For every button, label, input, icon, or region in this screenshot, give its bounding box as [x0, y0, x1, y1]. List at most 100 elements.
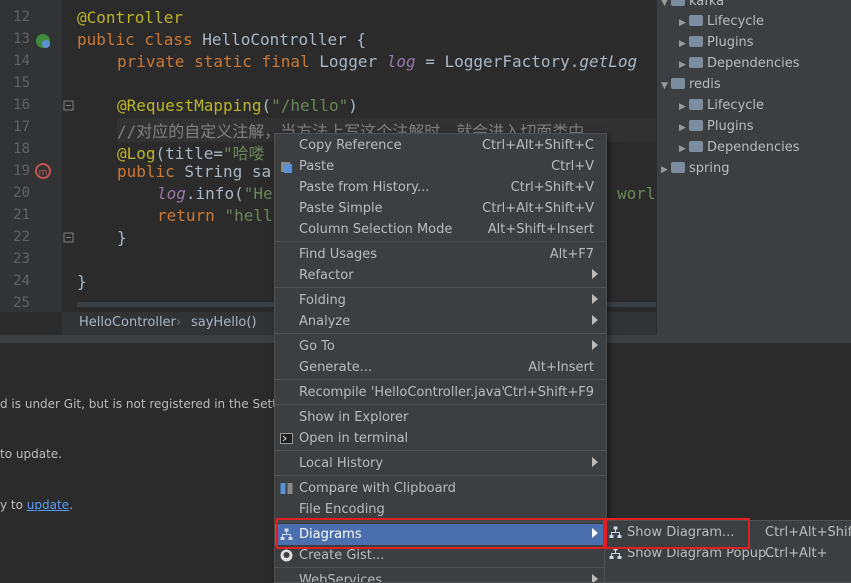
github-icon: [280, 549, 293, 562]
code-text: (: [261, 96, 272, 115]
tree-item-spring[interactable]: ▶ spring: [661, 161, 729, 181]
line-number: 21: [13, 207, 30, 223]
menu-item-recompile[interactable]: Recompile 'HelloController.java' Ctrl+Shi…: [275, 382, 606, 403]
svg-text:m: m: [39, 168, 48, 178]
menu-item-go-to[interactable]: Go To: [275, 336, 606, 357]
menu-item-file-encoding[interactable]: File Encoding: [275, 499, 606, 520]
line-number: 20: [13, 185, 30, 201]
maven-module-icon: [671, 0, 685, 6]
folder-icon: [689, 15, 703, 26]
tree-item-dependencies[interactable]: ▶ Dependencies: [679, 140, 800, 160]
update-link[interactable]: update: [27, 498, 69, 512]
chevron-right-icon[interactable]: ▶: [679, 60, 689, 70]
line-number: 17: [13, 119, 30, 135]
code-keyword: return: [157, 206, 215, 225]
aspect-advice-icon[interactable]: m: [34, 162, 52, 180]
code-keyword: public: [117, 162, 175, 181]
menu-separator: [275, 450, 606, 451]
line-number: 19: [13, 163, 30, 179]
chevron-right-icon[interactable]: ▶: [661, 165, 671, 175]
line-number: 23: [13, 251, 30, 267]
menu-separator: [275, 404, 606, 405]
menu-item-paste[interactable]: Paste Ctrl+V: [275, 156, 606, 177]
menu-item-copy-reference[interactable]: Copy Reference Ctrl+Alt+Shift+C: [275, 135, 606, 156]
code-annotation: @RequestMapping: [117, 96, 262, 115]
tree-item-kafka[interactable]: ▼ kafka: [661, 0, 724, 14]
folder-icon: [689, 99, 703, 110]
code-field: log: [157, 184, 186, 203]
submenu-arrow-icon: [592, 340, 598, 350]
code-string: "哈喽: [222, 144, 265, 163]
chevron-right-icon[interactable]: ▶: [679, 123, 689, 133]
line-number: 24: [13, 273, 30, 289]
chevron-down-icon[interactable]: ▼: [661, 0, 671, 8]
menu-separator: [275, 379, 606, 380]
submenu-arrow-icon: [592, 269, 598, 279]
menu-item-webservices[interactable]: WebServices: [275, 570, 606, 582]
annotation-highlight-box: [276, 518, 605, 549]
submenu-arrow-icon: [592, 574, 598, 582]
menu-item-folding[interactable]: Folding: [275, 290, 606, 311]
editor-gutter: 12 13 14 15 16 17 18 19 20 21 22 23 24 2…: [0, 0, 74, 312]
menu-item-generate[interactable]: Generate... Alt+Insert: [275, 357, 606, 378]
code-annotation: @Log: [117, 144, 156, 163]
annotation-highlight-box: [605, 518, 750, 549]
code-text: (title=: [155, 144, 223, 163]
line-number: 12: [13, 9, 30, 25]
maven-module-icon: [671, 78, 685, 89]
menu-item-analyze[interactable]: Analyze: [275, 311, 606, 332]
menu-item-find-usages[interactable]: Find Usages Alt+F7: [275, 244, 606, 265]
code-text: String sa: [174, 162, 272, 181]
project-tree: ▼ kafka ▶ Lifecycle ▶ Plugins ▶ Dependencies…: [656, 0, 851, 335]
menu-item-local-history[interactable]: Local History: [275, 453, 606, 474]
folder-icon: [689, 36, 703, 47]
menu-item-refactor[interactable]: Refactor: [275, 265, 606, 286]
breadcrumb-item[interactable]: sayHello(): [191, 315, 257, 330]
fold-icon[interactable]: [63, 100, 75, 112]
breadcrumb-item[interactable]: HelloController: [79, 315, 176, 330]
code-text: }: [77, 272, 87, 291]
code-text: HelloController {: [192, 30, 366, 49]
folder-icon: [689, 57, 703, 68]
code-text: }: [117, 228, 127, 247]
menu-item-column-selection-mode[interactable]: Column Selection Mode Alt+Shift+Insert: [275, 219, 606, 240]
folder-icon: [689, 141, 703, 152]
code-keyword: private static final: [117, 52, 310, 71]
chevron-down-icon[interactable]: ▼: [661, 81, 671, 91]
tree-item-lifecycle[interactable]: ▶ Lifecycle: [679, 98, 764, 118]
code-method: getLog: [579, 52, 638, 71]
update-link[interactable]: update: [16, 447, 58, 461]
chevron-right-icon[interactable]: ▶: [679, 144, 689, 154]
log-message: y to update.: [0, 498, 73, 512]
breadcrumb-separator: ›: [176, 315, 182, 330]
menu-item-open-in-terminal[interactable]: Open in terminal: [275, 428, 606, 449]
line-number: 13: [13, 31, 30, 47]
log-message: d is under Git, but is not registered in…: [0, 397, 288, 411]
menu-item-compare-with-clipboard[interactable]: Compare with Clipboard: [275, 478, 606, 499]
fold-icon[interactable]: [63, 232, 75, 244]
menu-item-show-in-explorer[interactable]: Show in Explorer: [275, 407, 606, 428]
spring-bean-icon[interactable]: [34, 32, 52, 50]
chevron-right-icon[interactable]: ▶: [679, 102, 689, 112]
compare-icon: [280, 483, 293, 494]
tree-item-plugins[interactable]: ▶ Plugins: [679, 119, 754, 139]
menu-item-paste-simple[interactable]: Paste Simple Ctrl+Alt+Shift+V: [275, 198, 606, 219]
menu-item-paste-from-history[interactable]: Paste from History... Ctrl+Shift+V: [275, 177, 606, 198]
tree-item-lifecycle[interactable]: ▶ Lifecycle: [679, 14, 764, 34]
submenu-arrow-icon: [592, 315, 598, 325]
line-number: 25: [13, 295, 30, 311]
code-string: "He: [243, 184, 273, 203]
tree-item-dependencies[interactable]: ▶ Dependencies: [679, 56, 800, 76]
tree-item-redis[interactable]: ▼ redis: [661, 77, 721, 97]
menu-separator: [275, 333, 606, 334]
editor-context-menu: Copy Reference Ctrl+Alt+Shift+C Paste Ctrl…: [274, 133, 607, 583]
folder-icon: [689, 120, 703, 131]
tree-item-plugins[interactable]: ▶ Plugins: [679, 35, 754, 55]
chevron-right-icon[interactable]: ▶: [679, 18, 689, 28]
line-number: 15: [13, 75, 30, 91]
chevron-right-icon[interactable]: ▶: [679, 39, 689, 49]
code-annotation: @Controller: [77, 8, 183, 27]
paste-icon: [281, 162, 292, 173]
terminal-icon: [280, 433, 293, 444]
maven-module-icon: [671, 162, 685, 173]
